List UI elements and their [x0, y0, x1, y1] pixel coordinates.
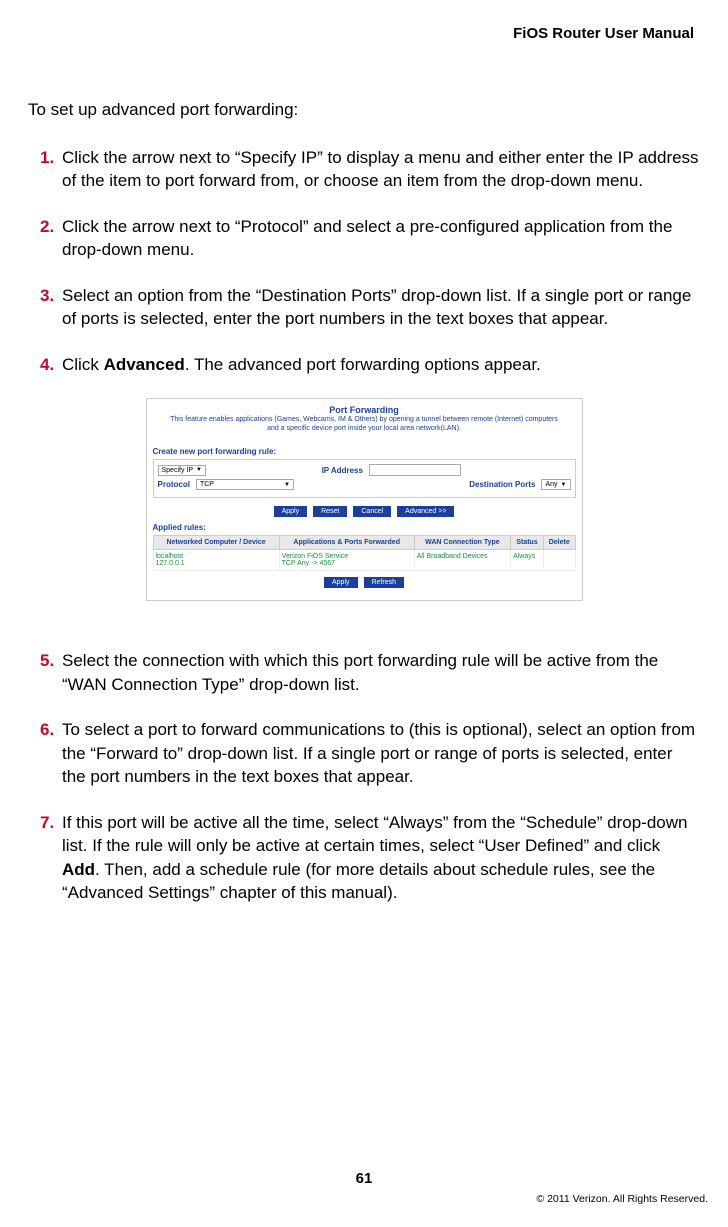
steps-list: 1. Click the arrow next to “Specify IP” … — [28, 146, 700, 376]
step-number: 2. — [40, 215, 62, 262]
step-text: Select an option from the “Destination P… — [62, 284, 700, 331]
apply-button-2[interactable]: Apply — [324, 577, 358, 588]
cancel-button[interactable]: Cancel — [353, 506, 391, 517]
step-text: Click the arrow next to “Protocol” and s… — [62, 215, 700, 262]
step-1: 1. Click the arrow next to “Specify IP” … — [40, 146, 700, 193]
col-delete: Delete — [543, 536, 575, 550]
cell-delete[interactable] — [543, 550, 575, 571]
panel-description: This feature enables applications (Games… — [147, 415, 582, 441]
step-7: 7. If this port will be active all the t… — [40, 811, 700, 905]
advanced-button[interactable]: Advanced >> — [397, 506, 454, 517]
col-status: Status — [511, 536, 544, 550]
step-number: 1. — [40, 146, 62, 193]
table-row: localhost 127.0.0.1 Verizon FiOS Service… — [153, 550, 575, 571]
destination-ports-label: Destination Ports — [469, 480, 535, 489]
step-text-bold: Advanced — [104, 355, 185, 374]
step-text-post: . Then, add a schedule rule (for more de… — [62, 860, 655, 902]
cell-wan: All Broadband Devices — [414, 550, 510, 571]
reset-button[interactable]: Reset — [313, 506, 347, 517]
step-text: Click Advanced. The advanced port forwar… — [62, 353, 700, 376]
destination-ports-select[interactable]: Any ▼ — [541, 479, 570, 490]
applied-rules-table: Networked Computer / Device Applications… — [153, 535, 576, 571]
step-4: 4. Click Advanced. The advanced port for… — [40, 353, 700, 376]
step-6: 6. To select a port to forward communica… — [40, 718, 700, 788]
refresh-button[interactable]: Refresh — [364, 577, 405, 588]
cell-apps-ports: TCP Any -> 4567 — [282, 560, 412, 567]
protocol-select[interactable]: TCP ▼ — [196, 479, 294, 490]
cell-apps-service: Verizon FiOS Service — [282, 553, 412, 560]
intro-text: To set up advanced port forwarding: — [28, 100, 700, 120]
copyright-text: © 2011 Verizon. All Rights Reserved. — [536, 1193, 708, 1205]
panel-button-bar: Apply Reset Cancel Advanced >> — [147, 506, 582, 517]
step-text-pre: If this port will be active all the time… — [62, 813, 687, 855]
specify-ip-select[interactable]: Specify IP ▼ — [158, 465, 206, 476]
cell-apps: Verizon FiOS Service TCP Any -> 4567 — [279, 550, 414, 571]
step-text-post: . The advanced port forwarding options a… — [185, 355, 541, 374]
step-number: 5. — [40, 649, 62, 696]
ip-address-label: IP Address — [322, 466, 363, 475]
step-text-bold: Add — [62, 860, 95, 879]
steps-list-2: 5. Select the connection with which this… — [28, 649, 700, 904]
cell-status: Always — [511, 550, 544, 571]
step-3: 3. Select an option from the “Destinatio… — [40, 284, 700, 331]
col-wan: WAN Connection Type — [414, 536, 510, 550]
step-text: Click the arrow next to “Specify IP” to … — [62, 146, 700, 193]
page-header-title: FiOS Router User Manual — [28, 25, 700, 42]
specify-ip-label: Specify IP — [162, 467, 194, 474]
protocol-label: Protocol — [158, 480, 190, 489]
chevron-down-icon: ▼ — [284, 482, 290, 488]
ip-address-input[interactable] — [369, 464, 461, 476]
create-rule-heading: Create new port forwarding rule: — [153, 447, 582, 456]
step-number: 6. — [40, 718, 62, 788]
cell-device-ip: 127.0.0.1 — [156, 560, 277, 567]
panel-title: Port Forwarding — [147, 399, 582, 415]
create-rule-box: Specify IP ▼ IP Address Protocol TCP ▼ D… — [153, 459, 576, 498]
step-number: 4. — [40, 353, 62, 376]
page-number: 61 — [0, 1170, 728, 1187]
cell-device: localhost 127.0.0.1 — [153, 550, 279, 571]
apply-button[interactable]: Apply — [274, 506, 308, 517]
step-number: 3. — [40, 284, 62, 331]
protocol-value: TCP — [200, 481, 214, 488]
step-text: Select the connection with which this po… — [62, 649, 700, 696]
chevron-down-icon: ▼ — [196, 467, 202, 473]
step-text-pre: Click — [62, 355, 104, 374]
step-number: 7. — [40, 811, 62, 905]
destination-ports-value: Any — [545, 481, 557, 488]
port-forwarding-panel: Port Forwarding This feature enables app… — [146, 398, 583, 601]
applied-rules-heading: Applied rules: — [153, 523, 582, 532]
step-text: To select a port to forward communicatio… — [62, 718, 700, 788]
step-2: 2. Click the arrow next to “Protocol” an… — [40, 215, 700, 262]
chevron-down-icon: ▼ — [561, 482, 567, 488]
panel-button-bar-2: Apply Refresh — [147, 577, 582, 588]
col-device: Networked Computer / Device — [153, 536, 279, 550]
step-5: 5. Select the connection with which this… — [40, 649, 700, 696]
cell-device-host: localhost — [156, 553, 277, 560]
col-apps: Applications & Ports Forwarded — [279, 536, 414, 550]
step-text: If this port will be active all the time… — [62, 811, 700, 905]
